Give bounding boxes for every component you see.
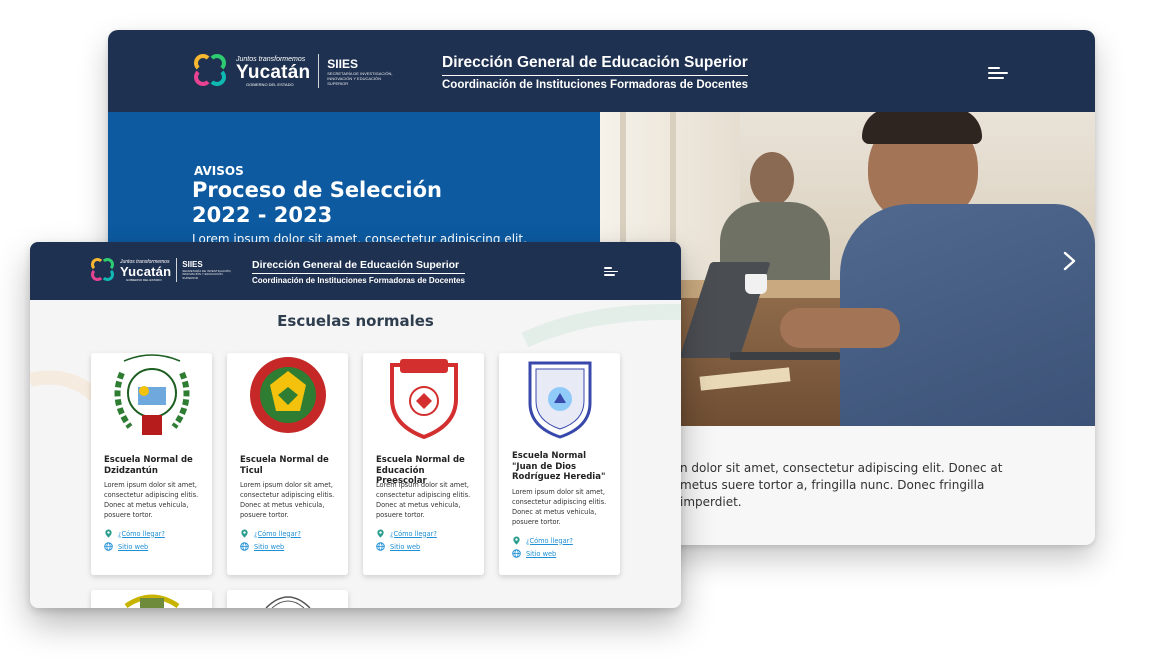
hamburger-icon[interactable] <box>604 267 618 276</box>
header-subtitle: Coordinación de Instituciones Formadoras… <box>252 276 465 285</box>
hero-headline-line2: 2022 - 2023 <box>192 203 333 227</box>
school-card[interactable]: Escuela Normal "Juan de Dios Rodríguez H… <box>499 353 620 575</box>
directions-link-label: ¿Cómo llegar? <box>118 529 165 538</box>
school-seal-icon <box>264 596 311 608</box>
hamburger-icon[interactable] <box>988 67 1008 79</box>
website-link-label: Sitio web <box>526 549 557 558</box>
directions-link[interactable]: ¿Cómo llegar? <box>104 529 165 538</box>
yucatan-emblem-icon <box>90 257 116 283</box>
website-link-label: Sitio web <box>390 542 421 551</box>
globe-icon <box>104 542 113 551</box>
logo-divider <box>318 54 320 88</box>
header-title: Dirección General de Educación Superior <box>252 259 465 274</box>
school-card[interactable]: Escuela Normal de Ticul Lorem ipsum dolo… <box>227 353 348 575</box>
school-description: Lorem ipsum dolor sit amet, consectetur … <box>240 481 335 519</box>
brand-name: Yucatán <box>120 263 172 279</box>
globe-icon <box>376 542 385 551</box>
header-subtitle: Coordinación de Instituciones Formadoras… <box>442 79 749 91</box>
school-name: Escuela Normal de Dzidzantún <box>104 455 193 476</box>
site-header: Juntos transformemos Yucatán GOBIERNO DE… <box>108 30 1095 112</box>
hero-headline-line1: Proceso de Selección <box>192 178 442 202</box>
school-seal-icon <box>528 361 591 439</box>
website-link-label: Sitio web <box>254 542 285 551</box>
school-seal-icon <box>389 359 458 439</box>
hero-eyebrow: AVISOS <box>194 164 244 178</box>
school-card[interactable]: Escuela Normal de Dzidzantún Lorem ipsum… <box>91 353 212 575</box>
school-name: Escuela Normal de Ticul <box>240 455 329 476</box>
site-header: Juntos transformemos Yucatán GOBIERNO DE… <box>30 242 681 300</box>
siies-name: SIIES <box>327 56 358 71</box>
directions-link[interactable]: ¿Cómo llegar? <box>376 529 437 538</box>
map-pin-icon <box>241 529 248 538</box>
website-link-label: Sitio web <box>118 542 149 551</box>
website-link[interactable]: Sitio web <box>512 549 556 558</box>
directions-link[interactable]: ¿Cómo llegar? <box>240 529 301 538</box>
map-pin-icon <box>513 536 520 545</box>
globe-icon <box>240 542 249 551</box>
school-card[interactable] <box>227 590 348 608</box>
logo-divider <box>176 258 178 282</box>
map-pin-icon <box>377 529 384 538</box>
yucatan-logo[interactable]: Juntos transformemos Yucatán GOBIERNO DE… <box>90 257 232 283</box>
header-titles: Dirección General de Educación Superior … <box>252 259 465 285</box>
school-seal-icon <box>249 357 326 433</box>
globe-icon <box>512 549 521 558</box>
section-title: Escuelas normales <box>277 312 434 330</box>
school-seal-icon <box>114 354 189 435</box>
website-link[interactable]: Sitio web <box>104 542 148 551</box>
school-description: Lorem ipsum dolor sit amet, consectetur … <box>376 481 471 519</box>
directions-link-label: ¿Cómo llegar? <box>254 529 301 538</box>
body-paragraph: n dolor sit amet, consectetur adipiscing… <box>680 461 1003 509</box>
school-description: Lorem ipsum dolor sit amet, consectetur … <box>104 481 199 519</box>
directions-link-label: ¿Cómo llegar? <box>526 536 573 545</box>
yucatan-logo[interactable]: Juntos transformemos Yucatán GOBIERNO DE… <box>192 52 397 90</box>
header-title: Dirección General de Educación Superior <box>442 54 749 76</box>
map-pin-icon <box>105 529 112 538</box>
website-link[interactable]: Sitio web <box>240 542 284 551</box>
brand-name: Yucatán <box>236 61 311 83</box>
directions-link-label: ¿Cómo llegar? <box>390 529 437 538</box>
school-card[interactable]: Escuela Normal de Educación Preescolar L… <box>363 353 484 575</box>
school-description: Lorem ipsum dolor sit amet, consectetur … <box>512 488 607 526</box>
schools-preview-window: Juntos transformemos Yucatán GOBIERNO DE… <box>30 242 681 608</box>
directions-link[interactable]: ¿Cómo llegar? <box>512 536 573 545</box>
siies-desc: SECRETARÍA DE INVESTIGACIÓN, INNOVACIÓN … <box>182 268 232 280</box>
hero-headline: Proceso de Selección 2022 - 2023 <box>192 178 442 228</box>
chevron-right-icon[interactable] <box>1061 250 1079 272</box>
yucatan-emblem-icon <box>192 52 230 90</box>
website-link[interactable]: Sitio web <box>376 542 420 551</box>
siies-desc: SECRETARÍA DE INVESTIGACIÓN, INNOVACIÓN … <box>327 70 393 86</box>
school-seal-icon <box>124 594 179 608</box>
school-card[interactable] <box>91 590 212 608</box>
header-titles: Dirección General de Educación Superior … <box>442 54 749 91</box>
school-name: Escuela Normal "Juan de Dios Rodríguez H… <box>512 451 606 482</box>
